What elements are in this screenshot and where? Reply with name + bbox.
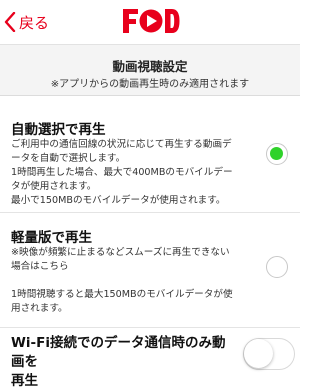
description-line: 1時間再生した場合、最大で400MBのモバイルデー [11, 167, 233, 178]
option-description: ご利用中の通信回線の状況に応じて再生する動画デ ータを自動で選択します。 1時間… [11, 138, 269, 208]
divider [0, 212, 300, 213]
description-line [11, 274, 269, 288]
description-line: ご利用中の通信回線の状況に応じて再生する動画デ [11, 139, 232, 150]
description-line: タが使用されます。 [11, 181, 97, 192]
option-title: 自動選択で再生 [11, 122, 106, 138]
description-line: ※映像が頻繁に止まるなどスムーズに再生できない [11, 247, 230, 258]
wifi-only-toggle[interactable] [243, 338, 295, 370]
settings-header: 動画視聴設定 ※アプリからの動画再生時のみ適用されます [0, 44, 300, 96]
chevron-left-icon [4, 12, 16, 32]
auto-select-option[interactable]: 自動選択で再生 ご利用中の通信回線の状況に応じて再生する動画デ ータを自動で選択… [0, 110, 300, 210]
description-line: 1時間視聴すると最大150MBのモバイルデータが使 [11, 289, 233, 300]
description-line: 場合はこちら [11, 261, 69, 272]
wifi-only-setting: Wi-Fi接続でのデータ通信時のみ動画を 再生 [0, 334, 300, 389]
divider [0, 327, 300, 328]
navigation-bar: 戻る [0, 0, 300, 44]
fod-logo [121, 6, 181, 36]
back-label: 戻る [19, 13, 50, 32]
description-line: 用されます。 [11, 303, 68, 314]
back-button[interactable]: 戻る [4, 9, 49, 35]
wifi-only-label: Wi-Fi接続でのデータ通信時のみ動画を 再生 [11, 334, 231, 391]
option-description: ※映像が頻繁に止まるなどスムーズに再生できない 場合はこちら 1時間視聴すると最… [11, 246, 269, 316]
lite-version-radio[interactable] [266, 256, 288, 278]
settings-subtitle: ※アプリからの動画再生時のみ適用されます [50, 79, 250, 90]
settings-title: 動画視聴設定 [112, 59, 188, 74]
lite-version-option[interactable]: 軽量版で再生 ※映像が頻繁に止まるなどスムーズに再生できない 場合はこちら 1時… [0, 216, 300, 326]
wifi-label-line: Wi-Fi接続でのデータ通信時のみ動画を [11, 335, 226, 370]
description-line: 最小で150MBのモバイルデータが使用されます。 [11, 195, 226, 206]
auto-select-radio[interactable] [266, 143, 288, 165]
toggle-knob [244, 339, 273, 368]
description-line: ータを自動で選択します。 [11, 153, 126, 164]
radio-selected-dot [270, 147, 283, 160]
option-title: 軽量版で再生 [11, 230, 92, 246]
wifi-label-line: 再生 [11, 373, 38, 389]
